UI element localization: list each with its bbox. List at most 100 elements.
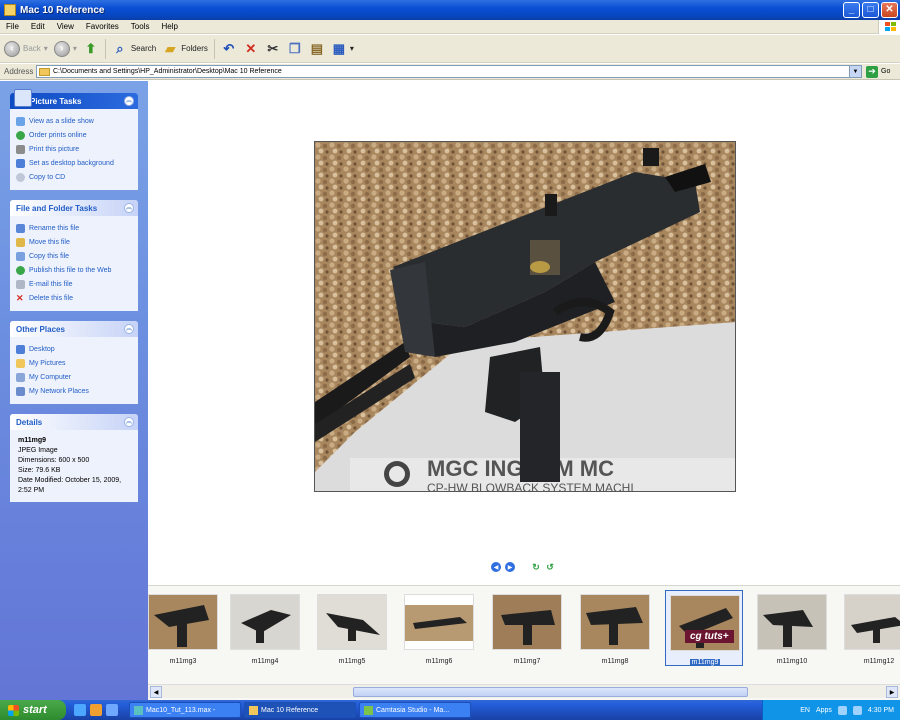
details-size: Size: 79.6 KB xyxy=(18,467,61,474)
next-image-icon[interactable]: ▶ xyxy=(505,562,515,572)
folder-icon xyxy=(16,358,25,368)
folder-icon xyxy=(249,705,258,715)
delete-icon[interactable]: ✕ xyxy=(243,41,259,57)
media-player-icon[interactable] xyxy=(90,704,102,716)
task-copy-cd[interactable]: Copy to CD xyxy=(16,170,132,184)
thumbnail[interactable]: m11mg3 xyxy=(144,590,222,666)
task-slideshow[interactable]: View as a slide show xyxy=(16,114,132,128)
collapse-chevron-icon[interactable]: ︽ xyxy=(124,203,134,213)
address-dropdown-icon[interactable]: ▼ xyxy=(849,66,861,77)
menu-file[interactable]: File xyxy=(6,22,19,31)
menu-edit[interactable]: Edit xyxy=(31,22,45,31)
up-folder-button[interactable]: ⬆ xyxy=(83,41,99,57)
address-field[interactable]: C:\Documents and Settings\HP_Administrat… xyxy=(36,65,862,78)
rename-icon xyxy=(16,223,25,233)
scrollbar-thumb[interactable] xyxy=(353,687,748,697)
tray-apps[interactable]: Apps xyxy=(816,707,832,714)
details-dimensions: Dimensions: 600 x 500 xyxy=(18,457,90,464)
start-button[interactable]: start xyxy=(0,700,66,720)
task-move[interactable]: Move this file xyxy=(16,235,132,249)
details-modified: Date Modified: October 15, 2009, 2:52 PM xyxy=(18,477,122,494)
network-tray-icon[interactable] xyxy=(837,705,847,715)
volume-tray-icon[interactable] xyxy=(852,705,862,715)
collapse-chevron-icon[interactable]: ︽ xyxy=(124,324,134,334)
paste-icon[interactable]: ▤ xyxy=(309,41,325,57)
thumbnail[interactable]: m11mg7 xyxy=(488,590,566,666)
copy-icon[interactable]: ❐ xyxy=(287,41,303,57)
filmstrip-scrollbar[interactable]: ◀ ▶ xyxy=(148,684,900,698)
forward-dropdown-icon[interactable]: ▾ xyxy=(73,44,77,53)
thumbnail-selected[interactable]: m11mg9 xyxy=(665,590,743,666)
forward-button[interactable]: › ▾ xyxy=(53,40,77,57)
thumbnail[interactable]: m11mg12 xyxy=(840,590,900,666)
email-icon xyxy=(16,279,25,289)
picture-tasks-icon xyxy=(14,89,32,107)
quick-launch xyxy=(66,704,126,716)
taskbar-item-explorer[interactable]: Mac 10 Reference xyxy=(244,702,356,718)
place-network[interactable]: My Network Places xyxy=(16,384,132,398)
language-indicator[interactable]: EN xyxy=(800,707,810,714)
cg-tuts-watermark-logo: cg tuts+ xyxy=(685,630,734,643)
file-tasks-panel: File and Folder Tasks ︽ Rename this file… xyxy=(10,200,138,311)
globe-icon xyxy=(16,265,25,275)
thumbnail[interactable]: m11mg4 xyxy=(226,590,304,666)
thumbnail[interactable]: m11mg10 xyxy=(753,590,831,666)
menu-bar: File Edit View Favorites Tools Help xyxy=(0,20,900,34)
undo-icon[interactable]: ↶ xyxy=(221,41,237,57)
rotate-counterclockwise-icon[interactable]: ↺ xyxy=(545,562,555,572)
taskbar-item-max[interactable]: Mac10_Tut_113.max - xyxy=(129,702,241,718)
go-button[interactable]: ➔ Go xyxy=(866,65,890,78)
scroll-left-icon[interactable]: ◀ xyxy=(150,686,162,698)
close-button[interactable]: ✕ xyxy=(881,2,898,18)
file-tasks-header[interactable]: File and Folder Tasks ︽ xyxy=(10,200,138,216)
task-set-background[interactable]: Set as desktop background xyxy=(16,156,132,170)
ie-icon[interactable] xyxy=(74,704,86,716)
slideshow-icon xyxy=(16,116,25,126)
task-delete[interactable]: ✕ Delete this file xyxy=(16,291,132,305)
back-dropdown-icon[interactable]: ▾ xyxy=(44,44,48,53)
previous-image-icon[interactable]: ◀ xyxy=(491,562,501,572)
cut-icon[interactable]: ✂ xyxy=(265,41,281,57)
photo-caption-line2: CP-HW BLOWBACK SYSTEM MACHI xyxy=(427,481,634,492)
menu-tools[interactable]: Tools xyxy=(131,22,150,31)
other-places-header[interactable]: Other Places ︽ xyxy=(10,321,138,337)
task-email[interactable]: E-mail this file xyxy=(16,277,132,291)
network-icon xyxy=(16,386,25,396)
folder-icon xyxy=(4,4,16,16)
menu-help[interactable]: Help xyxy=(161,22,177,31)
task-order-prints[interactable]: Order prints online xyxy=(16,128,132,142)
task-rename[interactable]: Rename this file xyxy=(16,221,132,235)
folders-icon: ▰ xyxy=(165,40,176,56)
task-print[interactable]: Print this picture xyxy=(16,142,132,156)
folders-button[interactable]: ▰ Folders xyxy=(162,41,208,57)
toolbar: ‹ Back ▾ › ▾ ⬆ ⌕ Search ▰ Folders ↶ ✕ ✂ … xyxy=(0,35,900,63)
menu-view[interactable]: View xyxy=(57,22,74,31)
desktop-icon xyxy=(16,158,25,168)
app-icon xyxy=(134,705,143,715)
delete-icon: ✕ xyxy=(16,292,24,303)
collapse-chevron-icon[interactable]: ︽ xyxy=(124,96,134,106)
menu-favorites[interactable]: Favorites xyxy=(86,22,119,31)
place-my-pictures[interactable]: My Pictures xyxy=(16,356,132,370)
task-publish[interactable]: Publish this file to the Web xyxy=(16,263,132,277)
thumbnail[interactable]: m11mg8 xyxy=(576,590,654,666)
maximize-button[interactable]: □ xyxy=(862,2,879,18)
taskbar-item-camtasia[interactable]: Camtasia Studio - Ma... xyxy=(359,702,471,718)
views-button[interactable]: ▦ ▾ xyxy=(331,41,354,57)
collapse-chevron-icon[interactable]: ︽ xyxy=(124,417,134,427)
place-desktop[interactable]: Desktop xyxy=(16,342,132,356)
details-panel: Details ︽ m11mg9 JPEG Image Dimensions: … xyxy=(10,414,138,502)
details-header[interactable]: Details ︽ xyxy=(10,414,138,430)
minimize-button[interactable]: _ xyxy=(843,2,860,18)
system-tray: EN Apps 4:30 PM xyxy=(762,700,900,720)
thumbnail[interactable]: m11mg6 xyxy=(400,590,478,666)
place-my-computer[interactable]: My Computer xyxy=(16,370,132,384)
back-button[interactable]: ‹ Back ▾ xyxy=(4,40,48,57)
search-button[interactable]: ⌕ Search xyxy=(112,41,156,57)
show-desktop-icon[interactable] xyxy=(106,704,118,716)
desktop-icon xyxy=(16,344,25,354)
rotate-clockwise-icon[interactable]: ↻ xyxy=(531,562,541,572)
thumbnail[interactable]: m11mg5 xyxy=(313,590,391,666)
task-copy[interactable]: Copy this file xyxy=(16,249,132,263)
scroll-right-icon[interactable]: ▶ xyxy=(886,686,898,698)
